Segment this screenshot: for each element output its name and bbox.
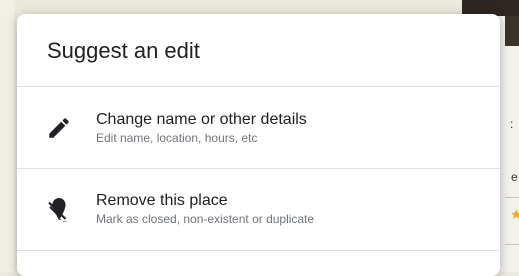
background-text-fragment: : xyxy=(510,117,514,131)
divider-3 xyxy=(17,250,500,251)
background-photo-fragment-2 xyxy=(505,16,519,46)
remove-place-label: Remove this place xyxy=(96,192,228,209)
suggest-edit-dialog: Suggest an edit Change name or other det… xyxy=(17,14,500,276)
pencil-icon xyxy=(46,115,72,141)
remove-place-sublabel: Mark as closed, non-existent or duplicat… xyxy=(96,212,315,226)
change-details-sublabel: Edit name, location, hours, etc xyxy=(96,131,258,145)
background-left-strip xyxy=(0,0,14,272)
background-rating-star-icon: ★ xyxy=(510,206,519,222)
change-details-option[interactable]: Change name or other details Edit name, … xyxy=(17,87,500,167)
remove-place-icon xyxy=(46,196,72,222)
background-divider-2 xyxy=(505,244,519,245)
remove-place-option[interactable]: Remove this place Mark as closed, non-ex… xyxy=(17,169,500,249)
change-details-label: Change name or other details xyxy=(96,111,307,128)
background-divider xyxy=(505,197,519,198)
dialog-title: Suggest an edit xyxy=(47,38,200,63)
background-text-fragment-2: e xyxy=(511,170,518,184)
